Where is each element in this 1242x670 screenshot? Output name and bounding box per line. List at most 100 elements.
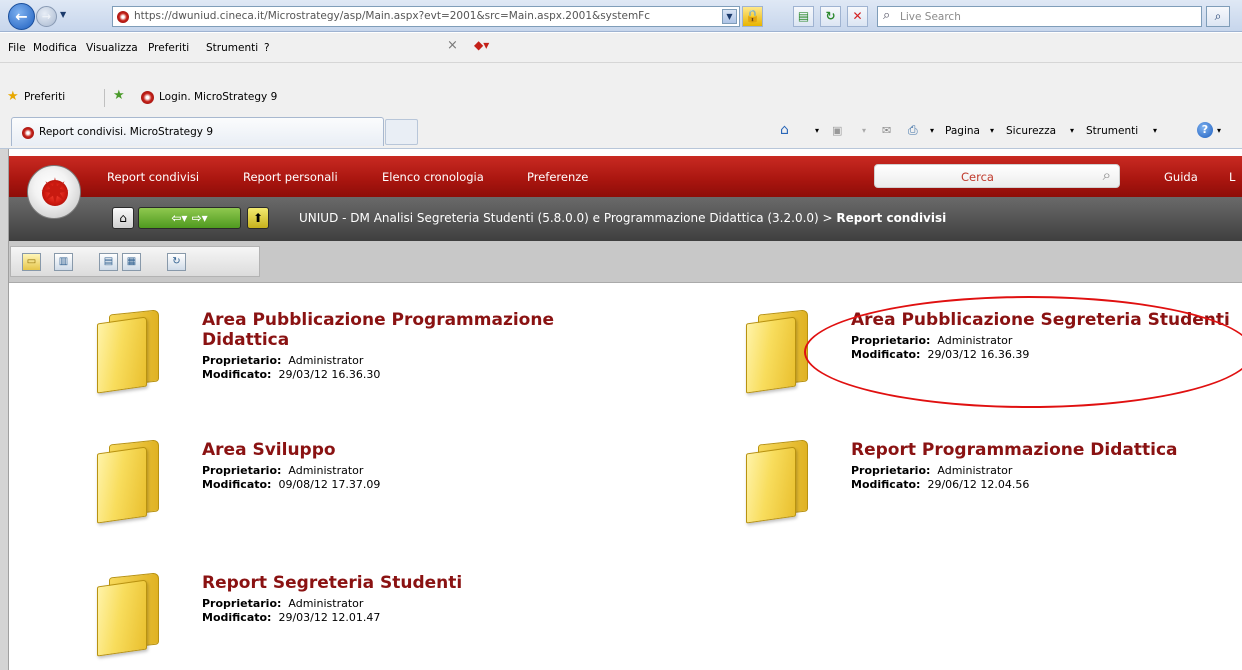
new-folder-button[interactable]: ▭ [22, 253, 41, 271]
tab-bar: Report condivisi. MicroStrategy 9 ⌂ ▾ ▣ … [0, 113, 1242, 149]
translate-icon[interactable]: ◆▾ [474, 38, 489, 52]
folder-owner: Proprietario: Administrator [202, 464, 364, 477]
menu-help[interactable]: ? [264, 42, 270, 54]
list-view-button[interactable]: ▤ [99, 253, 118, 271]
strumenti-dropdown-icon[interactable]: ▾ [1153, 126, 1157, 135]
folder-modified: Modificato: 29/03/12 12.01.47 [202, 611, 381, 624]
nav-preferenze[interactable]: Preferenze [527, 170, 588, 184]
help-dropdown-icon[interactable]: ▾ [1217, 126, 1221, 135]
folder-title[interactable]: Report Programmazione Didattica [851, 440, 1178, 460]
live-search-placeholder: Live Search [900, 11, 961, 23]
print-dropdown-icon[interactable]: ▾ [930, 126, 934, 135]
menu-bar: File Modifica Visualizza Preferiti Strum… [0, 33, 1242, 63]
folder-icon [97, 309, 159, 394]
menu-file[interactable]: File [8, 42, 26, 54]
feeds-dropdown-icon[interactable]: ▾ [862, 126, 866, 135]
address-bar: ← → ▼ https://dwuniud.cineca.it/Microstr… [0, 0, 1242, 32]
url-input[interactable]: https://dwuniud.cineca.it/Microstrategy/… [112, 6, 740, 27]
breadcrumb-path[interactable]: UNIUD - DM Analisi Segreteria Studenti (… [299, 211, 836, 225]
back-button[interactable]: ← [8, 3, 35, 30]
folder-modified: Modificato: 09/08/12 17.37.09 [202, 478, 381, 491]
lock-icon[interactable]: 🔒 [742, 6, 763, 27]
refresh-icon[interactable]: ↻ [820, 6, 841, 27]
folder-item[interactable]: Report Segreteria Studenti Proprietario:… [97, 572, 697, 668]
folder-item[interactable]: Area Sviluppo Proprietario: Administrato… [97, 439, 697, 550]
menu-sicurezza[interactable]: Sicurezza [1006, 125, 1056, 137]
favorites-button[interactable]: Preferiti [24, 91, 65, 103]
forward-button[interactable]: → [36, 6, 57, 27]
details-view-button[interactable]: ▥ [54, 253, 73, 271]
folder-item[interactable]: Report Programmazione Didattica Propriet… [746, 439, 1236, 550]
home-button[interactable]: ⌂ [112, 207, 134, 229]
folder-title[interactable]: Area Pubblicazione Programmazione Didatti… [202, 310, 554, 350]
folder-content: Area Pubblicazione Programmazione Didatti… [9, 283, 1242, 670]
history-nav-button[interactable]: ⇦▾ ⇨▾ [138, 207, 241, 229]
live-search-input[interactable]: ⌕ Live Search [877, 6, 1202, 27]
icon-view-button[interactable]: ▦ [122, 253, 141, 271]
folder-item[interactable]: Area Pubblicazione Segreteria Studenti P… [746, 309, 1236, 420]
favorites-bar: ★ Preferiti ★ Login. MicroStrategy 9 [0, 85, 1242, 113]
print-icon[interactable]: ⎙ [908, 123, 918, 138]
ms-search-input[interactable]: Cerca ⌕ [874, 164, 1120, 188]
refresh-button[interactable]: ↻ [167, 253, 186, 271]
nav-elenco-cronologia[interactable]: Elenco cronologia [382, 170, 484, 184]
folder-owner: Proprietario: Administrator [202, 354, 364, 367]
url-text: https://dwuniud.cineca.it/Microstrategy/… [134, 10, 650, 22]
back-forward-arrows-icon: ⇦▾ ⇨▾ [171, 211, 208, 225]
home-icon[interactable]: ⌂ [780, 122, 789, 138]
mail-icon[interactable]: ✉ [882, 124, 891, 137]
menu-modifica[interactable]: Modifica [33, 42, 77, 54]
pagina-dropdown-icon[interactable]: ▾ [990, 126, 994, 135]
search-go-button[interactable]: ⌕ [1206, 6, 1230, 27]
add-favorite-icon[interactable]: ★ [113, 88, 125, 103]
window-frame [0, 149, 9, 670]
menu-pagina[interactable]: Pagina [945, 125, 980, 137]
url-dropdown-button[interactable]: ▼ [722, 9, 737, 24]
ms-search-placeholder: Cerca [961, 170, 994, 184]
divider [104, 89, 105, 107]
close-toolbar-icon[interactable]: × [447, 38, 458, 53]
folder-title[interactable]: Area Pubblicazione Segreteria Studenti [851, 310, 1230, 330]
folder-title[interactable]: Report Segreteria Studenti [202, 573, 462, 593]
up-folder-button[interactable]: ⬆ [247, 207, 269, 229]
folder-title[interactable]: Area Sviluppo [202, 440, 336, 460]
menu-strumenti-cmd[interactable]: Strumenti [1086, 125, 1138, 137]
folder-modified: Modificato: 29/06/12 12.04.56 [851, 478, 1030, 491]
microstrategy-logo[interactable]: ✷ [27, 165, 81, 219]
stop-icon[interactable]: ✕ [847, 6, 868, 27]
folder-modified: Modificato: 29/03/12 16.36.39 [851, 348, 1030, 361]
folder-owner: Proprietario: Administrator [851, 464, 1013, 477]
history-dropdown-icon[interactable]: ▼ [60, 10, 66, 19]
folder-owner: Proprietario: Administrator [202, 597, 364, 610]
site-favicon-icon [22, 127, 34, 139]
menu-strumenti[interactable]: Strumenti [206, 42, 258, 54]
folder-toolbar: ▭ ▥ ▤ ▦ ↻ [9, 241, 1242, 283]
logo-star-icon: ✷ [39, 172, 71, 213]
menu-visualizza[interactable]: Visualizza [86, 42, 138, 54]
favorite-link-login[interactable]: Login. MicroStrategy 9 [159, 91, 277, 103]
primary-nav-bar: Report condivisi Report personali Elenco… [9, 156, 1242, 197]
secondary-nav-bar: ⌂ ⇦▾ ⇨▾ ⬆ UNIUD - DM Analisi Segreteria … [9, 197, 1242, 241]
nav-truncated-link[interactable]: L [1229, 170, 1235, 184]
favorites-star-icon[interactable]: ★ [7, 89, 19, 104]
compatibility-view-icon[interactable]: ▤ [793, 6, 814, 27]
tab-report-condivisi[interactable]: Report condivisi. MicroStrategy 9 [11, 117, 384, 146]
menu-preferiti[interactable]: Preferiti [148, 42, 189, 54]
home-dropdown-icon[interactable]: ▾ [815, 126, 819, 135]
back-arrow-icon: ← [15, 7, 28, 26]
nav-report-personali[interactable]: Report personali [243, 170, 338, 184]
feeds-icon[interactable]: ▣ [832, 124, 842, 137]
breadcrumb: UNIUD - DM Analisi Segreteria Studenti (… [299, 211, 946, 225]
sicurezza-dropdown-icon[interactable]: ▾ [1070, 126, 1074, 135]
nav-report-condivisi[interactable]: Report condivisi [107, 170, 199, 184]
folder-icon [97, 572, 159, 657]
folder-item[interactable]: Area Pubblicazione Programmazione Didatti… [97, 309, 697, 420]
site-favicon-icon [141, 91, 154, 104]
help-icon[interactable]: ? [1197, 122, 1213, 138]
new-tab-button[interactable] [385, 119, 418, 145]
magnifier-icon[interactable]: ⌕ [1103, 166, 1111, 184]
folder-up-icon: ⬆ [252, 211, 264, 225]
toolbar-group: ▭ ▥ ▤ ▦ ↻ [10, 246, 260, 277]
forward-arrow-icon: → [41, 9, 52, 23]
nav-guida[interactable]: Guida [1164, 170, 1198, 184]
